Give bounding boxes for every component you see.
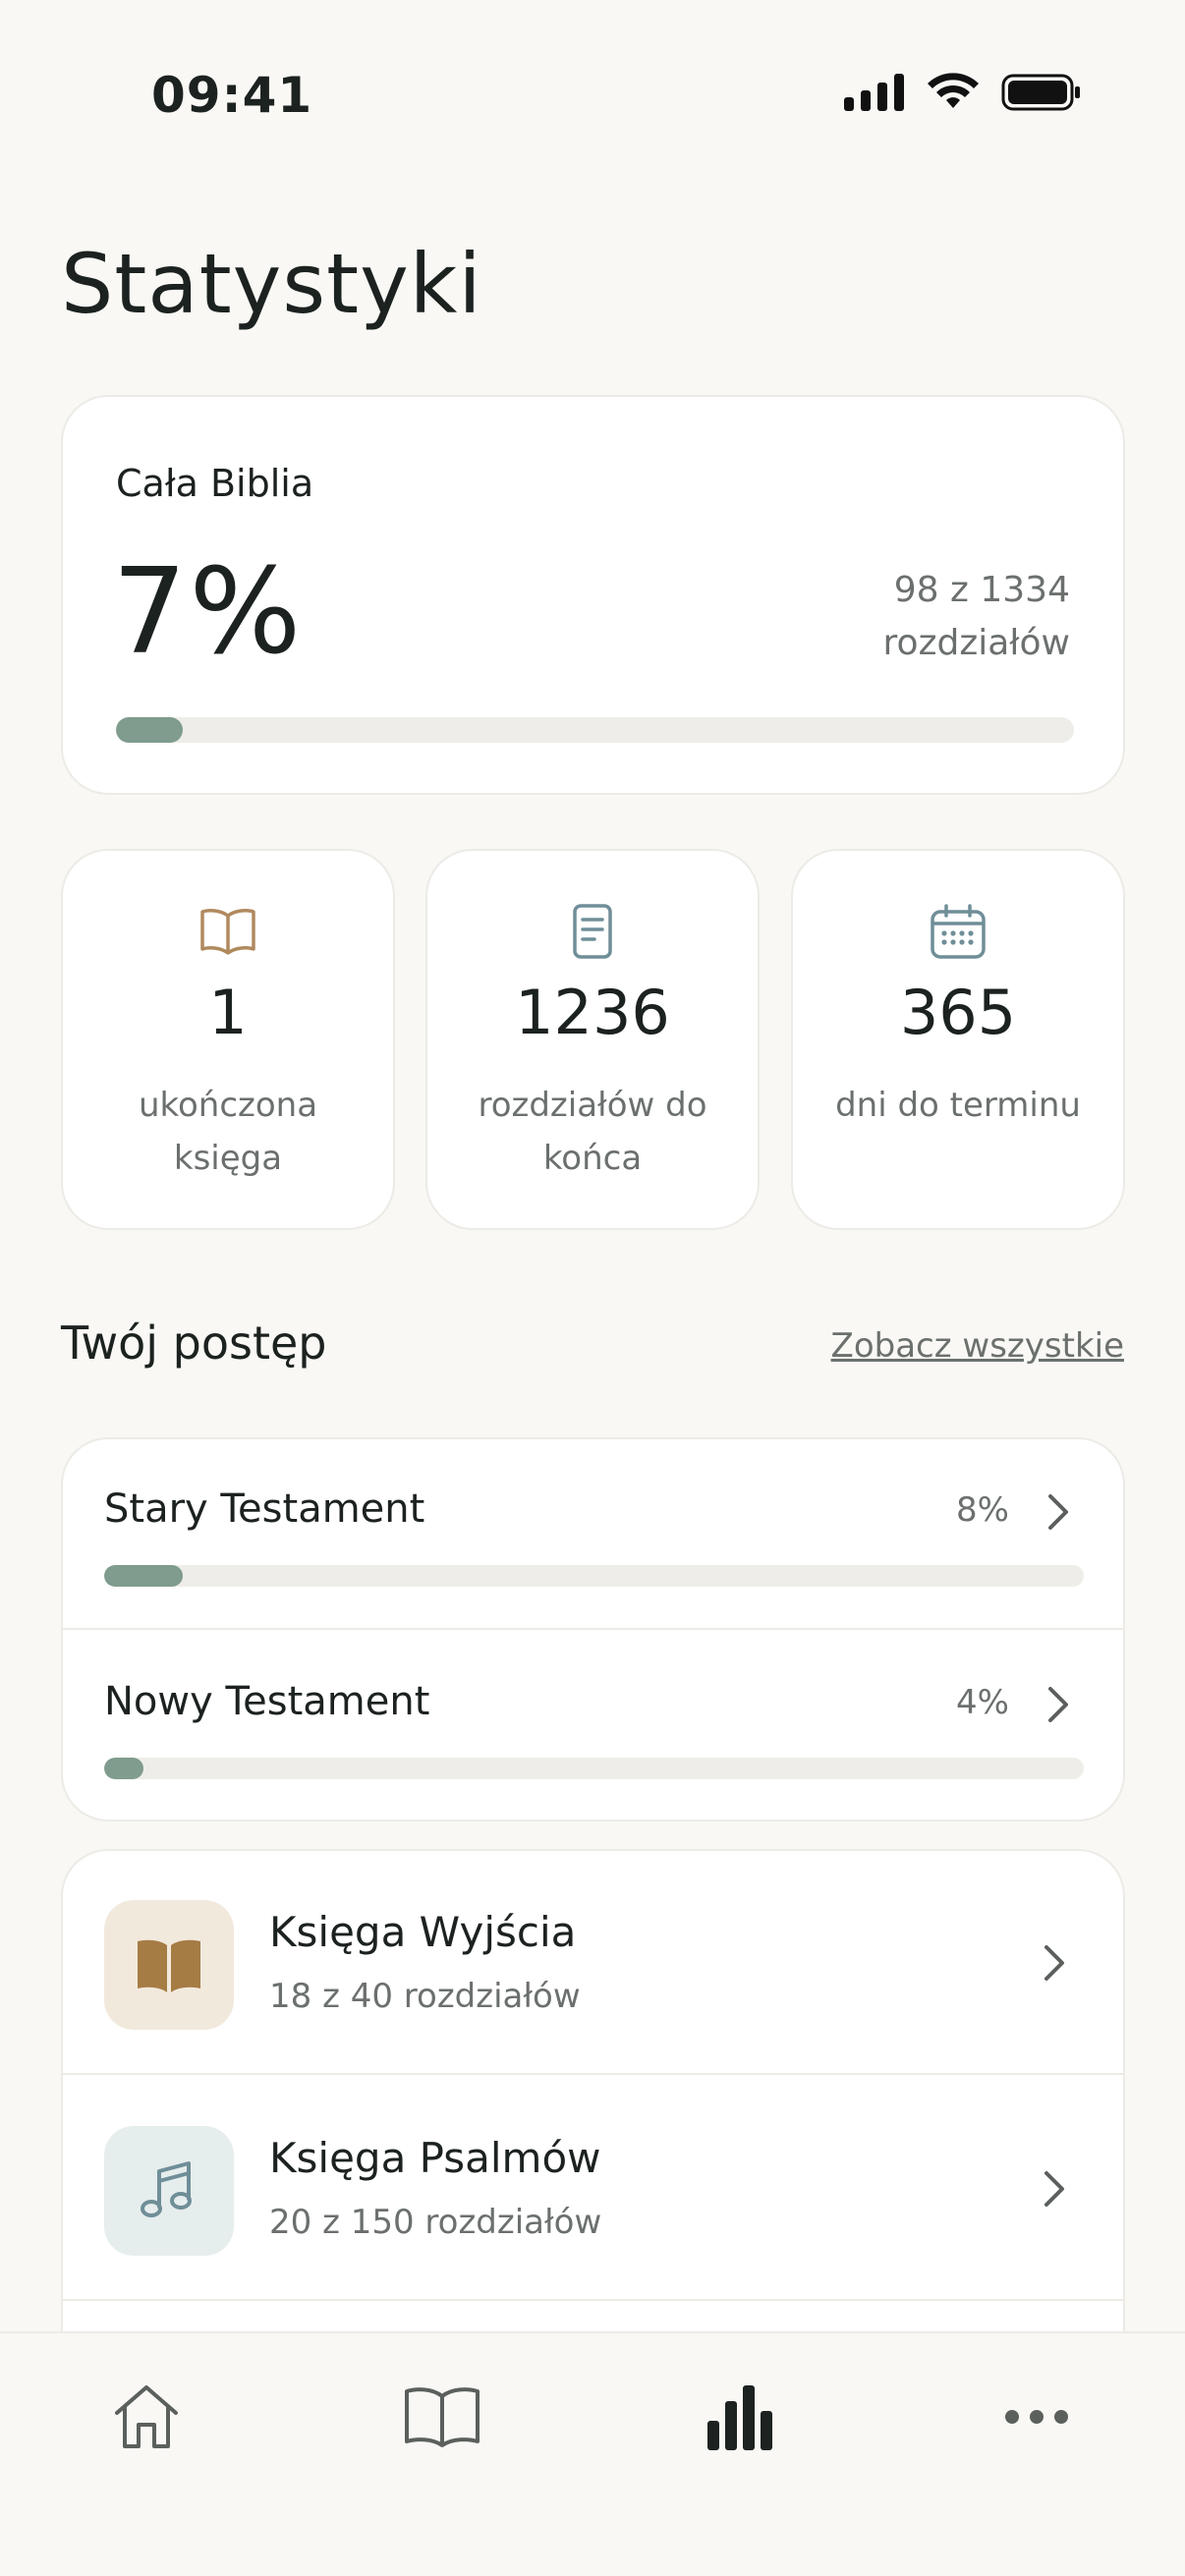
book-chapter-progress: 18 z 40 rozdziałów: [269, 1977, 581, 2016]
stat-value: 365: [899, 977, 1017, 1048]
overall-count-line2: rozdziałów: [882, 623, 1070, 663]
overall-label: Cała Biblia: [116, 462, 314, 505]
calendar-icon: [927, 900, 989, 963]
chevron-right-icon: [1044, 1945, 1064, 1981]
overall-percent: 7%: [112, 544, 304, 681]
testament-progress-bar: [104, 1758, 1084, 1779]
testament-percent: 8%: [956, 1490, 1009, 1530]
open-book-icon: [405, 2387, 480, 2447]
status-icons: [844, 73, 1082, 112]
testament-name: Nowy Testament: [104, 1679, 430, 1724]
book-row-psalms[interactable]: Księga Psalmów 20 z 150 rozdziałów: [63, 2077, 1123, 2301]
book-name: Księga Wyjścia: [269, 1908, 577, 1956]
testament-name: Stary Testament: [104, 1486, 425, 1532]
document-icon: [561, 900, 624, 963]
book-icon: [138, 1939, 200, 1992]
chevron-right-icon: [1048, 1494, 1068, 1530]
more-icon: [1005, 2410, 1068, 2424]
testament-progress-bar: [104, 1565, 1084, 1587]
tab-statistics[interactable]: [696, 2373, 784, 2461]
testament-progress-fill: [104, 1565, 183, 1587]
stat-value: 1: [208, 977, 248, 1048]
open-book-icon: [197, 900, 259, 963]
stat-card-remaining-chapters: 1236 rozdziałów do końca: [425, 849, 760, 1230]
page-title: Statystyki: [61, 236, 482, 332]
overall-count-line1: 98 z 1334: [893, 570, 1070, 610]
testament-row-new[interactable]: Nowy Testament 4%: [63, 1632, 1123, 1822]
testament-progress-fill: [104, 1758, 143, 1779]
chevron-right-icon: [1048, 1687, 1068, 1722]
cellular-signal-icon: [844, 74, 904, 111]
book-chapter-progress: 20 z 150 rozdziałów: [269, 2203, 602, 2242]
overall-chapter-count: 98 z 1334 rozdziałów: [883, 564, 1070, 670]
overall-progress-fill: [116, 717, 184, 743]
stat-caption: rozdziałów do końca: [478, 1086, 707, 1178]
stat-value: 1236: [515, 977, 670, 1048]
home-icon: [115, 2385, 178, 2448]
stat-caption: dni do terminu: [835, 1086, 1081, 1125]
tab-more[interactable]: [992, 2373, 1081, 2461]
testament-row-old[interactable]: Stary Testament 8%: [63, 1439, 1123, 1630]
book-name: Księga Psalmów: [269, 2134, 601, 2182]
see-all-link[interactable]: Zobacz wszystkie: [831, 1326, 1124, 1366]
wifi-icon: [928, 73, 979, 108]
bar-chart-icon: [707, 2385, 772, 2450]
testament-percent: 4%: [956, 1683, 1009, 1722]
battery-icon: [1001, 74, 1080, 111]
status-time: 09:41: [151, 67, 313, 124]
chevron-right-icon: [1044, 2171, 1064, 2207]
tab-read[interactable]: [398, 2373, 486, 2461]
tab-home[interactable]: [102, 2373, 191, 2461]
music-note-icon: [141, 2161, 192, 2217]
tab-bar: [0, 2331, 1185, 2576]
overall-progress-bar: [116, 717, 1074, 743]
stat-caption: ukończona księga: [138, 1086, 318, 1178]
overall-progress-card[interactable]: Cała Biblia 7% 98 z 1334 rozdziałów: [61, 395, 1125, 795]
progress-section-title: Twój postęp: [61, 1316, 327, 1370]
stat-card-completed-books: 1 ukończona księga: [61, 849, 395, 1230]
book-thumbnail: [104, 2126, 234, 2256]
testaments-card: Stary Testament 8% Nowy Testament 4%: [61, 1437, 1125, 1821]
stat-card-days-left: 365 dni do terminu: [791, 849, 1125, 1230]
status-bar: 09:41: [0, 0, 1185, 187]
book-row-exodus[interactable]: Księga Wyjścia 18 z 40 rozdziałów: [63, 1851, 1123, 2075]
book-thumbnail: [104, 1900, 234, 2030]
